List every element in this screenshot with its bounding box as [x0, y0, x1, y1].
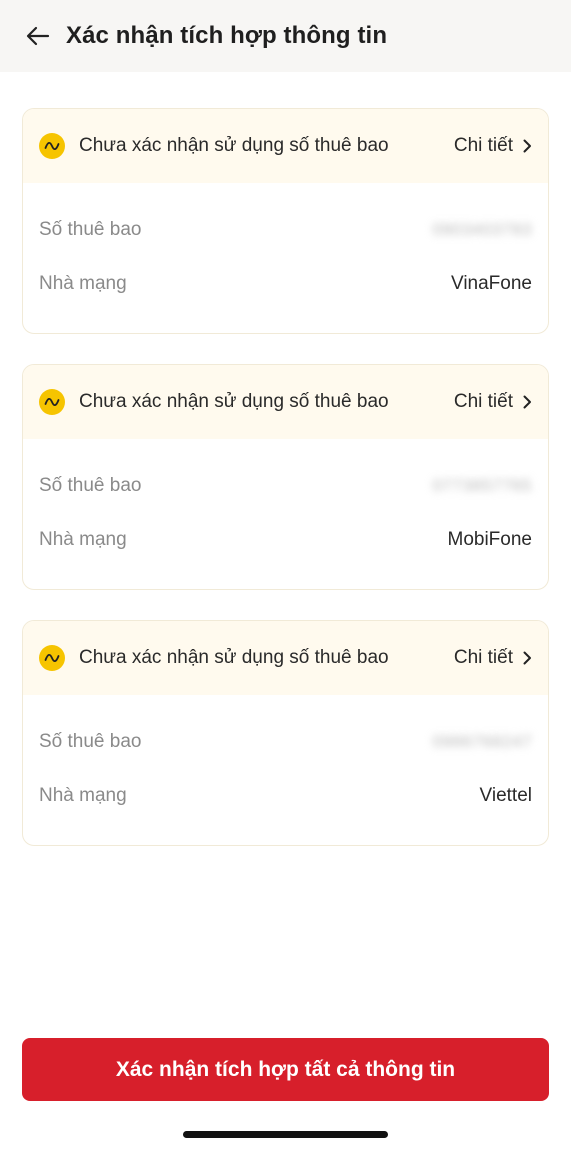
- carrier-label: Nhà mạng: [39, 273, 127, 294]
- subscriber-label: Số thuê bao: [39, 731, 142, 752]
- subscriber-row: Số thuê bao 0903403783: [23, 203, 548, 257]
- detail-link[interactable]: Chi tiết: [454, 391, 532, 413]
- subscriber-label: Số thuê bao: [39, 219, 142, 240]
- detail-label: Chi tiết: [453, 391, 513, 412]
- subscriber-card: Chưa xác nhận sử dụng số thuê bao Chi ti…: [22, 364, 549, 590]
- detail-link[interactable]: Chi tiết: [454, 647, 532, 669]
- chevron-right-icon: [523, 139, 532, 153]
- confirm-all-button[interactable]: Xác nhận tích hợp tất cả thông tin: [22, 1038, 549, 1101]
- app-header: Xác nhận tích hợp thông tin: [0, 0, 571, 72]
- warning-status-icon: [39, 389, 65, 415]
- back-button[interactable]: [24, 22, 52, 50]
- subscriber-card: Chưa xác nhận sử dụng số thuê bao Chi ti…: [22, 108, 549, 334]
- arrow-left-icon: [26, 26, 50, 46]
- page-title: Xác nhận tích hợp thông tin: [66, 22, 388, 49]
- carrier-value: Viettel: [479, 785, 532, 806]
- home-indicator[interactable]: [183, 1131, 388, 1138]
- carrier-row: Nhà mạng Viettel: [23, 769, 548, 823]
- carrier-label: Nhà mạng: [39, 529, 127, 550]
- carrier-label: Nhà mạng: [39, 785, 127, 806]
- carrier-value: VinaFone: [451, 273, 532, 294]
- verification-status: Chưa xác nhận sử dụng số thuê bao: [79, 135, 389, 156]
- chevron-right-icon: [523, 651, 532, 665]
- subscriber-row: Số thuê bao 0986768247: [23, 715, 548, 769]
- detail-label: Chi tiết: [453, 647, 513, 668]
- warning-status-icon: [39, 133, 65, 159]
- subscriber-number: 0903403783: [432, 220, 532, 239]
- card-header: Chưa xác nhận sử dụng số thuê bao Chi ti…: [23, 365, 548, 439]
- subscriber-row: Số thuê bao 0773857765: [23, 459, 548, 513]
- subscriber-number: 0773857765: [432, 476, 532, 495]
- subscriber-number: 0986768247: [432, 732, 532, 751]
- subscriber-label: Số thuê bao: [39, 475, 142, 496]
- carrier-row: Nhà mạng MobiFone: [23, 513, 548, 567]
- card-header: Chưa xác nhận sử dụng số thuê bao Chi ti…: [23, 621, 548, 695]
- verification-status: Chưa xác nhận sử dụng số thuê bao: [79, 647, 389, 668]
- page: Xác nhận tích hợp thông tin Chưa xác nhậ…: [0, 0, 571, 1151]
- verification-status: Chưa xác nhận sử dụng số thuê bao: [79, 391, 389, 412]
- card-header: Chưa xác nhận sử dụng số thuê bao Chi ti…: [23, 109, 548, 183]
- carrier-row: Nhà mạng VinaFone: [23, 257, 548, 311]
- detail-link[interactable]: Chi tiết: [454, 135, 532, 157]
- subscriber-card: Chưa xác nhận sử dụng số thuê bao Chi ti…: [22, 620, 549, 846]
- carrier-value: MobiFone: [447, 529, 533, 550]
- chevron-right-icon: [523, 395, 532, 409]
- detail-label: Chi tiết: [453, 135, 513, 156]
- warning-status-icon: [39, 645, 65, 671]
